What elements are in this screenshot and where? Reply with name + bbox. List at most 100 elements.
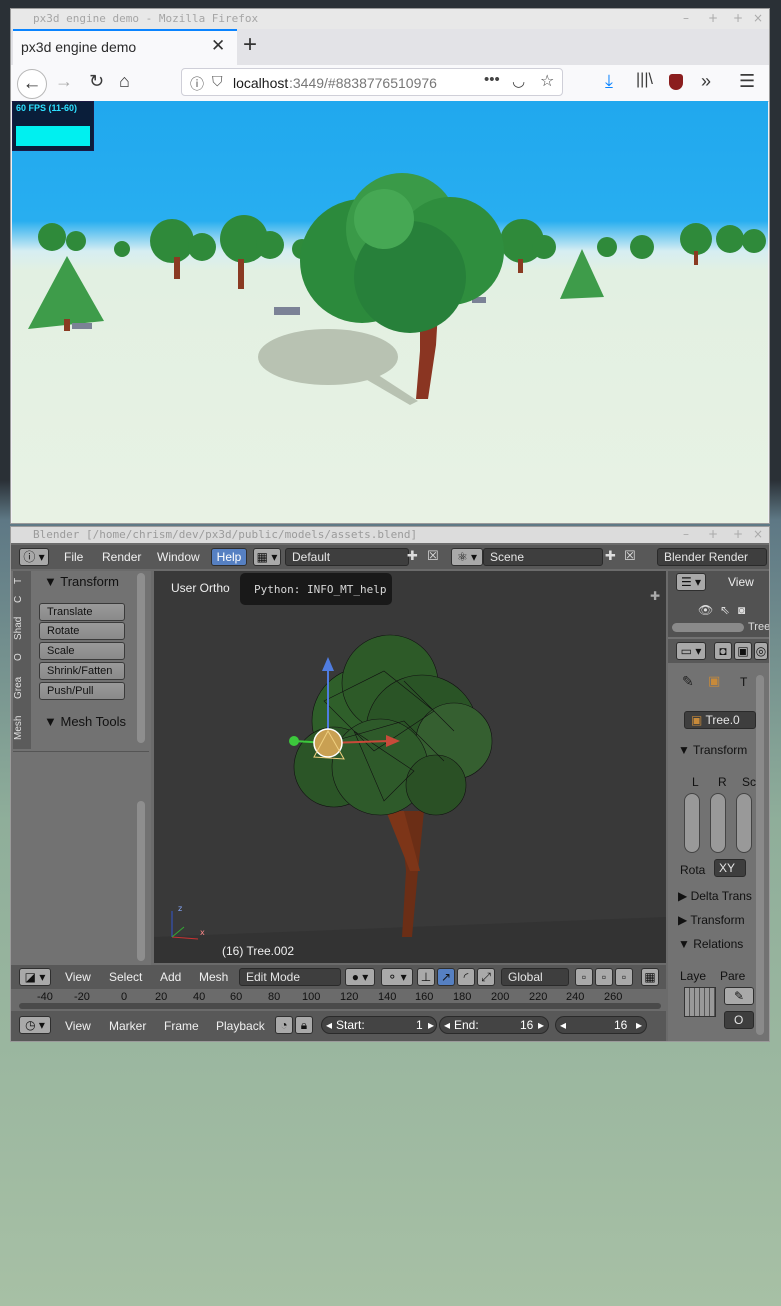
vp-menu-mesh[interactable]: Mesh [199,970,228,984]
tl-menu-playback[interactable]: Playback [216,1019,265,1033]
add-scene-icon[interactable]: ✚ [605,548,616,564]
camera-icon[interactable]: ◙ [738,603,745,617]
scene-field[interactable]: Scene [483,548,603,566]
minimize-icon[interactable]: – [683,11,689,25]
transform-section[interactable]: ▼ Transform [678,743,747,757]
viewport-3d[interactable]: z x User Ortho Python: INFO_MT_help ✚ (1… [154,571,666,963]
back-button[interactable]: ← [17,69,47,99]
viewport-editor-icon[interactable]: ◪ ▾ [19,968,51,986]
translate-button[interactable]: Translate [39,603,125,621]
frame-range-bar[interactable] [19,1003,661,1009]
close-window-icon[interactable]: × [753,11,763,25]
pin-icon[interactable]: ✎ [682,673,694,690]
layers-grid[interactable] [684,987,716,1017]
home-button[interactable]: ⌂ [119,71,130,92]
maximize-icon[interactable]: + [733,527,743,541]
menu-window[interactable]: Window [157,550,200,564]
viewport-plus-icon[interactable]: ✚ [650,589,660,603]
rotate-button[interactable]: Rotate [39,622,125,640]
outliner-editor-icon[interactable]: ☰ ▾ [676,573,706,591]
pocket-icon[interactable]: ◡ [512,72,525,90]
game-canvas[interactable]: 60 FPS (11-60) [12,101,768,523]
tab-close-icon[interactable]: ✕ [211,36,225,56]
rotation-fields[interactable] [710,793,726,853]
tab-shading[interactable]: Shad [13,611,31,645]
tl-menu-view[interactable]: View [65,1019,91,1033]
vp-menu-add[interactable]: Add [160,970,181,984]
frame-ruler[interactable]: -40 -20 0 20 40 60 80 100 120 140 160 18… [11,989,666,1011]
preview-range-icon[interactable]: ◔ [275,1016,293,1034]
transform-panel-header[interactable]: ▼ Transform [44,574,119,589]
relations-section[interactable]: ▼ Relations [678,937,743,951]
editor-type-icon[interactable]: ⓘ ▾ [19,548,49,566]
restore-icon[interactable]: + [708,11,718,25]
bookmark-star-icon[interactable]: ☆ [540,71,554,91]
tab-grease-pencil[interactable]: Grea [13,671,31,705]
rotate-manipulator[interactable]: ◜ [457,968,475,986]
tab-tools[interactable]: T [13,573,31,589]
menu-file[interactable]: File [64,550,83,564]
outliner-object-name[interactable]: Tree.02 [748,621,769,633]
orientation-select[interactable]: Global [501,968,569,986]
reload-button[interactable]: ↻ [89,71,104,92]
overflow-menu-icon[interactable]: » [701,71,711,92]
shield-icon[interactable]: ⛉ [212,73,223,90]
render-tab-icon[interactable]: ◘ [714,642,732,660]
scene-tab-icon[interactable]: ◎ [754,642,768,660]
shrink-fatten-button[interactable]: Shrink/Fatten [39,662,125,680]
manipulator-toggle[interactable]: ⊥ [417,968,435,986]
pivot-select[interactable]: ⚬ ▾ [381,968,413,986]
translate-manipulator[interactable]: ↗ [437,968,455,986]
downloads-icon[interactable]: ⤓ [605,71,613,92]
mode-select[interactable]: Edit Mode [239,968,341,986]
tab-mesh[interactable]: Mesh [13,711,31,745]
occlude-icon[interactable]: ▦ [641,968,659,986]
face-select-icon[interactable]: ▫ [615,968,633,986]
maximize-icon[interactable]: + [733,11,743,25]
shading-select[interactable]: ● ▾ [345,968,375,986]
vp-menu-select[interactable]: Select [109,970,142,984]
tab-create[interactable]: C [13,591,31,607]
tl-menu-frame[interactable]: Frame [164,1019,199,1033]
library-icon[interactable]: |||\ [636,71,653,89]
hamburger-menu-icon[interactable]: ☰ [739,71,755,92]
scale-button[interactable]: Scale [39,642,125,660]
new-tab-icon[interactable]: + [243,31,257,59]
edge-select-icon[interactable]: ▫ [595,968,613,986]
properties-scrollbar[interactable] [756,675,764,1035]
add-layout-icon[interactable]: ✚ [407,548,418,564]
transform-locks-section[interactable]: ▶ Transform [678,913,745,927]
layout-icon[interactable]: ▦ ▾ [253,548,281,566]
rotation-mode-select[interactable]: XY [714,859,746,877]
menu-render[interactable]: Render [102,550,141,564]
layers-tab-icon[interactable]: ▣ [734,642,752,660]
outliner-view-menu[interactable]: View [728,575,754,589]
outliner-scrollbar[interactable] [672,623,744,632]
close-window-icon[interactable]: × [753,527,763,541]
start-frame-field[interactable]: ◂ Start: 1 ▸ [321,1016,437,1034]
restore-icon[interactable]: + [708,527,718,541]
lock-icon[interactable]: 🔒︎ [295,1016,313,1034]
tl-menu-marker[interactable]: Marker [109,1019,146,1033]
remove-scene-icon[interactable]: ☒ [624,548,636,564]
tool-shelf-scrollbar[interactable] [137,573,145,743]
forward-button[interactable]: → [55,71,73,92]
info-icon[interactable]: ⓘ [190,74,204,94]
url-bar[interactable]: ⓘ ⛉ localhost :3449/#8838776510976 ••• ◡… [181,68,563,96]
scene-icon[interactable]: ⚛ ▾ [451,548,483,566]
push-pull-button[interactable]: Push/Pull [39,682,125,700]
render-engine-select[interactable]: Blender Render [657,548,767,566]
properties-editor-icon[interactable]: ▭ ▾ [676,642,706,660]
parent-type-select[interactable]: O [724,1011,754,1029]
delta-transform-section[interactable]: ▶ Delta Trans [678,889,752,903]
ublock-icon[interactable] [669,74,683,90]
remove-layout-icon[interactable]: ☒ [427,548,439,564]
vp-menu-view[interactable]: View [65,970,91,984]
parent-field[interactable]: ✎ [724,987,754,1005]
location-fields[interactable] [684,793,700,853]
timeline-editor-icon[interactable]: ◷ ▾ [19,1016,51,1034]
eye-icon[interactable]: 👁 [698,603,713,617]
tab-options[interactable]: O [13,649,31,665]
menu-help[interactable]: Help [211,548,247,566]
minimize-icon[interactable]: – [683,527,689,541]
